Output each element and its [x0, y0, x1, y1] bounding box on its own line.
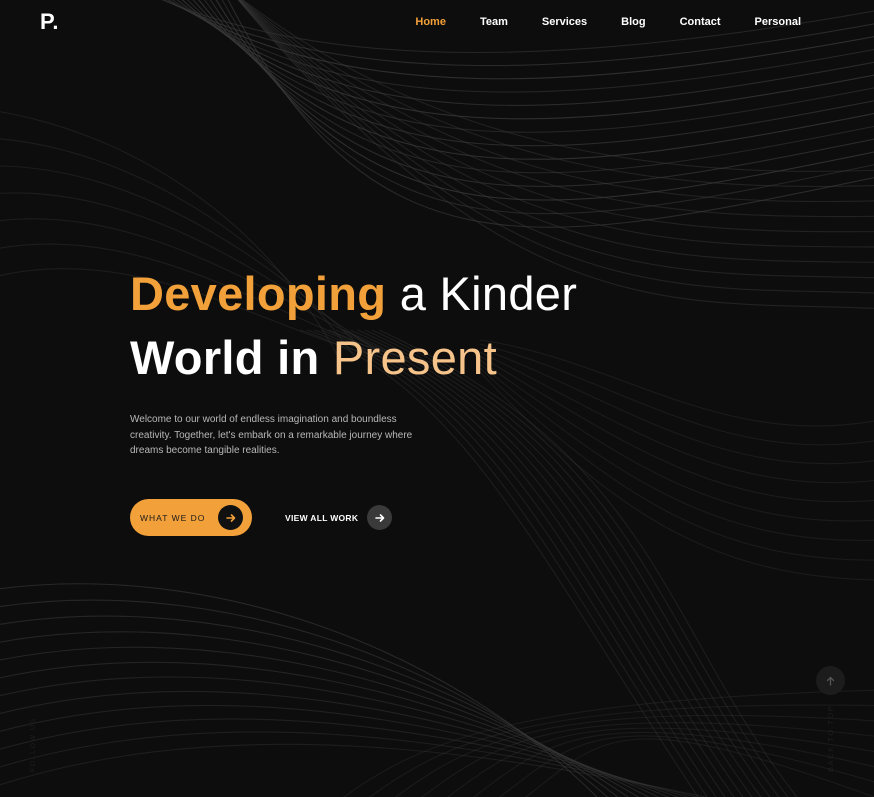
arrow-right-icon [218, 505, 243, 530]
nav-item-home[interactable]: Home [415, 15, 446, 29]
wave-line [0, 615, 619, 797]
wave-line [238, 0, 874, 248]
wave-line [237, 0, 874, 294]
follow-us-side-label: FOLLOW US [30, 712, 42, 772]
wave-line [0, 743, 708, 797]
view-all-work-button[interactable]: VIEW ALL WORK [285, 505, 393, 530]
wave-line [215, 0, 874, 201]
wave-line [227, 0, 874, 228]
view-all-work-label: VIEW ALL WORK [285, 512, 359, 523]
wave-line [0, 676, 660, 797]
arrow-right-icon [367, 505, 393, 530]
wave-line [0, 731, 699, 797]
hero-section: Developing a Kinder World in Present Wel… [130, 262, 577, 459]
headline-line1-rest: a Kinder [399, 267, 578, 320]
nav-item-team[interactable]: Team [480, 15, 508, 29]
wave-line [238, 0, 874, 279]
nav-item-contact[interactable]: Contact [680, 15, 721, 29]
main-nav: Home Team Services Blog Contact Personal [381, 15, 801, 29]
headline-line2-highlight: Present [332, 331, 497, 384]
nav-item-services[interactable]: Services [542, 15, 587, 29]
headline-line2-bold: World in [130, 331, 320, 384]
wave-line [0, 631, 629, 797]
wave-line [0, 661, 650, 797]
wave-line [0, 718, 690, 797]
nav-item-personal[interactable]: Personal [755, 15, 801, 29]
nav-item-blog[interactable]: Blog [621, 15, 645, 29]
what-we-do-button[interactable]: WHAT WE DO [130, 499, 252, 536]
back-to-top-button[interactable]: BACK TO TOP [816, 666, 846, 776]
wave-line [343, 689, 874, 797]
wave-line [221, 0, 874, 215]
follow-us-text: FOLLOW US [30, 717, 37, 772]
back-to-top-label: BACK TO TOP [826, 704, 835, 772]
hero-headline: Developing a Kinder World in Present [130, 262, 577, 390]
brand-logo[interactable]: P. [40, 9, 59, 35]
headline-highlight: Developing [130, 267, 387, 320]
what-we-do-label: WHAT WE DO [140, 512, 206, 523]
arrow-up-icon [816, 666, 845, 695]
hero-intro-text: Welcome to our world of endless imaginat… [130, 414, 413, 456]
